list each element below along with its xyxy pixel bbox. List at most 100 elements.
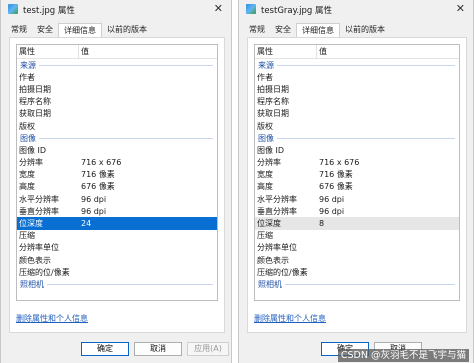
property-name: 分辨率单位 (257, 243, 297, 253)
property-row[interactable]: 水平分辨率 96 dpi (17, 193, 217, 205)
property-name: 分辨率单位 (19, 243, 59, 253)
remove-properties-link[interactable]: 删除属性和个人信息 (16, 313, 88, 324)
property-name: 图像 ID (257, 145, 285, 155)
property-value: 716 像素 (81, 170, 115, 180)
property-row[interactable]: 图像 ID (255, 144, 459, 156)
group-divider (277, 137, 455, 139)
group-header[interactable]: 来源 (255, 59, 459, 71)
property-row[interactable]: 作者 (17, 71, 217, 83)
property-row[interactable]: 宽度 716 像素 (255, 169, 459, 181)
property-row[interactable]: 位深度 8 (255, 217, 459, 230)
property-row[interactable]: 版权 (17, 120, 217, 132)
details-panel: 属性 值 来源 作者 拍摄日期程序名称 获取日期 版权 图像图像 ID 分辨率 716 x 6… (247, 37, 467, 333)
property-row[interactable]: 获取日期 (255, 108, 459, 120)
group-divider (39, 64, 213, 66)
property-row[interactable]: 垂直分辨率 96 dpi (17, 205, 217, 217)
property-row[interactable]: 拍摄日期 (17, 83, 217, 95)
tab-details[interactable]: 详细信息 (296, 23, 340, 37)
tab-general[interactable]: 常规 (244, 23, 270, 37)
property-row[interactable]: 拍摄日期 (255, 83, 459, 95)
property-value: 716 像素 (319, 170, 353, 180)
image-file-icon (246, 4, 256, 14)
tab-previous-versions[interactable]: 以前的版本 (102, 23, 152, 37)
property-row[interactable]: 宽度 716 像素 (17, 169, 217, 181)
column-header-value[interactable]: 值 (79, 45, 89, 58)
column-header-value[interactable]: 值 (317, 45, 327, 58)
ok-button[interactable]: 确定 (81, 342, 129, 356)
property-row[interactable]: 压缩 (17, 230, 217, 242)
property-value: 8 (319, 219, 325, 229)
property-name: 获取日期 (19, 109, 51, 119)
group-label: 来源 (20, 60, 36, 70)
tab-previous-versions[interactable]: 以前的版本 (340, 23, 390, 37)
group-label: 图像 (258, 133, 274, 143)
property-name: 压缩的位/像素 (257, 267, 308, 277)
property-row[interactable]: 颜色表示 (255, 254, 459, 266)
column-header-property[interactable]: 属性 (17, 45, 79, 58)
property-row[interactable]: 程序名称 (255, 96, 459, 108)
column-header-property[interactable]: 属性 (255, 45, 317, 58)
close-icon[interactable]: ✕ (214, 2, 223, 15)
group-label: 图像 (20, 133, 36, 143)
apply-button[interactable]: 应用(A) (187, 342, 229, 356)
group-header[interactable]: 来源 (17, 59, 217, 71)
property-row[interactable]: 图像 ID (17, 144, 217, 156)
image-file-icon (8, 4, 18, 14)
window-title: testGray.jpg 属性 (261, 6, 332, 16)
property-row[interactable]: 分辨率单位 (17, 242, 217, 254)
property-row[interactable]: 位深度 24 (17, 217, 217, 230)
property-name: 颜色表示 (257, 255, 289, 265)
property-name: 位深度 (257, 219, 281, 229)
tab-strip: 常规 安全 详细信息 以前的版本 (6, 23, 152, 37)
remove-properties-link[interactable]: 删除属性和个人信息 (254, 313, 326, 324)
property-row[interactable]: 压缩的位/像素 (255, 266, 459, 278)
property-row[interactable]: 获取日期 (17, 108, 217, 120)
properties-window-testgray-jpg: testGray.jpg 属性 ✕ 常规 安全 详细信息 以前的版本 属性 值 … (238, 0, 474, 363)
properties-window-test-jpg: test.jpg 属性 ✕ 常规 安全 详细信息 以前的版本 属性 值 来源 作者… (0, 0, 232, 363)
property-row[interactable]: 压缩 (255, 230, 459, 242)
details-panel: 属性 值 来源 作者 拍摄日期 程序名称 获取日期版权图像图像 ID 分辨率 716 x 6… (9, 37, 225, 333)
tab-general[interactable]: 常规 (6, 23, 32, 37)
group-header[interactable]: 照相机 (17, 278, 217, 290)
property-row[interactable]: 分辨率单位 (255, 242, 459, 254)
property-row[interactable]: 分辨率 716 x 676 (255, 157, 459, 169)
property-row[interactable]: 分辨率 716 x 676 (17, 157, 217, 169)
property-name: 宽度 (19, 170, 35, 180)
property-list[interactable]: 属性 值 来源 作者 拍摄日期 程序名称 获取日期版权图像图像 ID 分辨率 716 x 6… (16, 44, 218, 301)
title-bar: testGray.jpg 属性 ✕ (239, 0, 473, 20)
group-header[interactable]: 图像 (255, 132, 459, 144)
property-value: 96 dpi (319, 206, 345, 216)
property-row[interactable]: 程序名称 (17, 96, 217, 108)
property-name: 压缩的位/像素 (19, 267, 70, 277)
tab-strip: 常规 安全 详细信息 以前的版本 (244, 23, 390, 37)
property-name: 版权 (19, 121, 35, 131)
property-name: 垂直分辨率 (257, 206, 297, 216)
tab-details[interactable]: 详细信息 (58, 23, 102, 37)
group-label: 照相机 (20, 279, 44, 289)
property-row[interactable]: 作者 (255, 71, 459, 83)
property-row[interactable]: 垂直分辨率 96 dpi (255, 205, 459, 217)
list-rows: 来源 作者 拍摄日期 程序名称 获取日期版权图像图像 ID 分辨率 716 x 676 宽度 7… (17, 59, 217, 291)
property-name: 宽度 (257, 170, 273, 180)
property-name: 高度 (19, 182, 35, 192)
cancel-button[interactable]: 取消 (134, 342, 182, 356)
group-header[interactable]: 照相机 (255, 278, 459, 290)
property-name: 图像 ID (19, 145, 47, 155)
property-row[interactable]: 压缩的位/像素 (17, 266, 217, 278)
property-row[interactable]: 高度 676 像素 (17, 181, 217, 193)
group-label: 照相机 (258, 279, 282, 289)
property-name: 压缩 (19, 231, 35, 241)
property-name: 水平分辨率 (257, 194, 297, 204)
tab-security[interactable]: 安全 (32, 23, 58, 37)
property-row[interactable]: 颜色表示 (17, 254, 217, 266)
property-row[interactable]: 版权 (255, 120, 459, 132)
property-row[interactable]: 高度 676 像素 (255, 181, 459, 193)
property-value: 96 dpi (81, 206, 107, 216)
close-icon[interactable]: ✕ (456, 2, 465, 15)
group-header[interactable]: 图像 (17, 132, 217, 144)
property-row[interactable]: 水平分辨率 96 dpi (255, 193, 459, 205)
tab-security[interactable]: 安全 (270, 23, 296, 37)
property-name: 程序名称 (257, 97, 289, 107)
property-name: 水平分辨率 (19, 194, 59, 204)
property-list[interactable]: 属性 值 来源 作者 拍摄日期程序名称 获取日期 版权 图像图像 ID 分辨率 716 x 6… (254, 44, 460, 301)
